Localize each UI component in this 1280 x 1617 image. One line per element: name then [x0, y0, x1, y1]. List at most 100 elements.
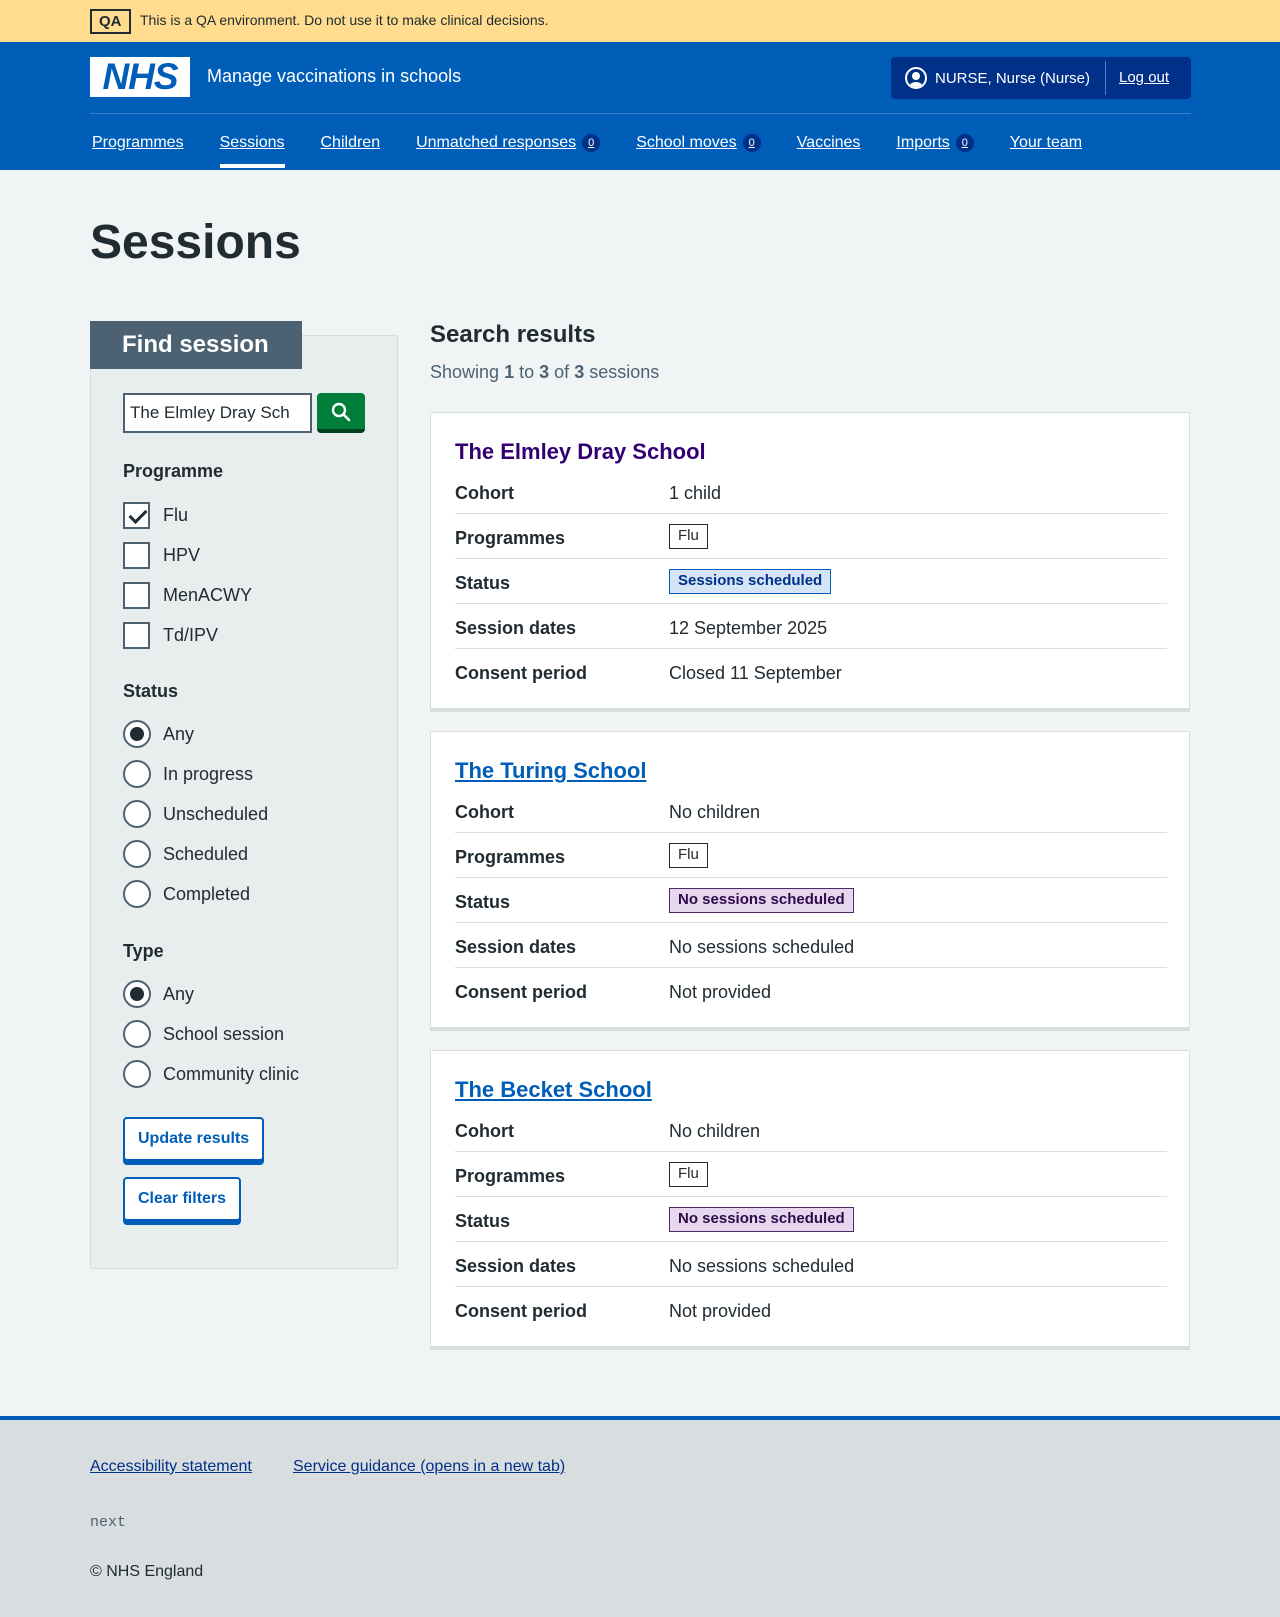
nav-sessions[interactable]: Sessions [219, 134, 285, 168]
status-option-any[interactable]: Any [123, 720, 194, 748]
nav-children[interactable]: Children [321, 134, 381, 152]
checkbox[interactable] [123, 581, 150, 609]
radio[interactable] [123, 720, 151, 748]
programme-option-tdipv[interactable]: Td/IPV [123, 621, 218, 649]
row-value: No sessions scheduled [669, 1256, 855, 1276]
programme-tag: Flu [669, 1162, 708, 1187]
nav-label: School moves [636, 134, 737, 151]
row-cohort: Cohort 1 child [455, 469, 1167, 514]
row-consent-period: Consent period Not provided [455, 968, 1167, 1013]
row-key: Programmes [455, 1166, 566, 1186]
session-name-link[interactable]: The Turing School [455, 758, 646, 784]
service-guidance-link[interactable]: Service guidance (opens in a new tab) [293, 1458, 565, 1476]
nav-label: Sessions [219, 134, 285, 151]
type-option-school-session[interactable]: School session [123, 1020, 284, 1048]
row-value: No children [669, 1121, 761, 1141]
radio[interactable] [123, 840, 151, 868]
status-option-scheduled[interactable]: Scheduled [123, 840, 248, 868]
programme-legend: Programme [123, 461, 224, 481]
status-option-unscheduled[interactable]: Unscheduled [123, 800, 268, 828]
row-key: Consent period [455, 982, 588, 1002]
checkbox[interactable] [123, 541, 150, 569]
results-count-prefix: Showing [430, 362, 500, 382]
radio[interactable] [123, 1020, 151, 1048]
programme-option-hpv[interactable]: HPV [123, 541, 200, 569]
session-card: The Turing School Cohort No children Prog… [430, 731, 1190, 1031]
radio[interactable] [123, 760, 151, 788]
row-value: Closed 11 September [669, 663, 842, 683]
row-consent-period: Consent period Closed 11 September [455, 649, 1167, 694]
account-divider [1105, 61, 1106, 95]
account-panel: NURSE, Nurse (Nurse) Log out [891, 57, 1191, 99]
row-value: Not provided [669, 982, 772, 1002]
search-button[interactable] [317, 393, 365, 433]
qa-environment-banner: QA This is a QA environment. Do not use … [0, 0, 1280, 42]
nav-label: Programmes [92, 134, 184, 151]
row-programmes: Programmes Flu [455, 514, 1167, 559]
search-icon [331, 402, 351, 422]
filter-heading: Find session [90, 321, 302, 369]
option-label: HPV [163, 544, 201, 565]
type-option-community-clinic[interactable]: Community clinic [123, 1060, 299, 1088]
nav-your-team[interactable]: Your team [1010, 134, 1082, 152]
option-label: Td/IPV [163, 624, 219, 645]
copyright: © NHS England [90, 1563, 204, 1580]
row-key: Session dates [455, 937, 577, 957]
checkbox[interactable] [123, 501, 150, 529]
option-label: Scheduled [163, 843, 249, 864]
qa-tag: QA [90, 9, 131, 34]
logout-link[interactable]: Log out [1119, 69, 1169, 86]
accessibility-statement-link[interactable]: Accessibility statement [90, 1458, 252, 1476]
session-name-link[interactable]: The Becket School [455, 1077, 652, 1103]
results-to: 3 [539, 362, 550, 382]
option-label: Completed [163, 883, 251, 904]
option-label: Flu [163, 504, 189, 525]
results-count: Showing 1 to 3 of 3 sessions [430, 362, 659, 383]
session-name[interactable]: The Elmley Dray School [455, 439, 706, 465]
type-option-any[interactable]: Any [123, 980, 194, 1008]
nav-label: Your team [1009, 134, 1083, 151]
programme-option-menacwy[interactable]: MenACWY [123, 581, 252, 609]
row-value: Not provided [669, 1301, 772, 1321]
radio[interactable] [123, 800, 151, 828]
row-key: Status [455, 1211, 511, 1231]
radio[interactable] [123, 980, 151, 1008]
nav-unmatched-responses[interactable]: Unmatched responses 0 [416, 134, 601, 152]
radio[interactable] [123, 1060, 151, 1088]
radio[interactable] [123, 880, 151, 908]
nav-imports[interactable]: Imports 0 [896, 134, 974, 152]
row-cohort: Cohort No children [455, 1107, 1167, 1152]
nhs-logo[interactable]: NHS [90, 57, 190, 97]
programme-option-flu[interactable]: Flu [123, 501, 188, 529]
status-option-in-progress[interactable]: In progress [123, 760, 253, 788]
clear-filters-button[interactable]: Clear filters [123, 1177, 242, 1221]
search-input[interactable] [123, 393, 312, 433]
row-value: No sessions scheduled [669, 937, 855, 957]
update-results-button[interactable]: Update results [123, 1117, 265, 1161]
row-key: Programmes [455, 528, 566, 548]
status-option-completed[interactable]: Completed [123, 880, 250, 908]
row-session-dates: Session dates No sessions scheduled [455, 923, 1167, 968]
status-tag: No sessions scheduled [669, 1207, 854, 1232]
service-name[interactable]: Manage vaccinations in schools [207, 66, 461, 87]
row-key: Consent period [455, 663, 588, 683]
nav-programmes[interactable]: Programmes [92, 134, 184, 152]
qa-message: This is a QA environment. Do not use it … [140, 12, 549, 28]
row-cohort: Cohort No children [455, 788, 1167, 833]
nav-label: Vaccines [796, 134, 861, 151]
primary-navigation: Programmes Sessions Children Unmatched r… [92, 134, 1118, 168]
environment-label: next [90, 1514, 127, 1531]
programme-tag: Flu [669, 843, 708, 868]
row-key: Session dates [455, 1256, 577, 1276]
nav-vaccines[interactable]: Vaccines [797, 134, 861, 152]
type-legend: Type [123, 941, 164, 961]
session-card: The Elmley Dray School Cohort 1 child Pro… [430, 412, 1190, 712]
checkbox[interactable] [123, 621, 150, 649]
nav-count-badge: 0 [742, 134, 761, 152]
row-key: Cohort [455, 802, 514, 822]
row-session-dates: Session dates 12 September 2025 [455, 604, 1167, 649]
row-value: 1 child [669, 483, 722, 503]
nav-label: Children [320, 134, 381, 151]
row-key: Session dates [455, 618, 577, 638]
nav-school-moves[interactable]: School moves 0 [636, 134, 761, 152]
